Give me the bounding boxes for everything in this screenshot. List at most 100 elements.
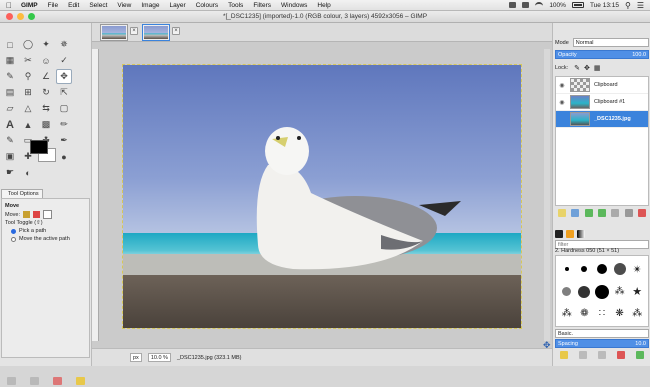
layer-mode-icon[interactable] (22, 211, 30, 218)
measure-icon[interactable]: ∠ (38, 69, 54, 84)
radio-icon[interactable] (11, 236, 16, 242)
color-select-icon[interactable]: ▦ (2, 53, 18, 68)
close-window-button[interactable] (6, 13, 13, 20)
search-icon[interactable]: ⚲ (625, 1, 631, 10)
menu-image[interactable]: Image (136, 0, 164, 11)
clone-icon[interactable]: ▣ (2, 149, 18, 164)
menu-file[interactable]: File (43, 0, 63, 11)
color-picker-icon[interactable]: ✎ (2, 69, 18, 84)
brush-preview[interactable]: ✴ (633, 263, 642, 276)
brush-preview[interactable] (594, 284, 609, 299)
delete-options-icon[interactable] (53, 377, 62, 385)
brush-tag-select[interactable]: Basic. (555, 329, 649, 338)
anchor-layer-icon[interactable] (624, 209, 633, 217)
restore-options-icon[interactable] (30, 377, 39, 385)
edit-brush-icon[interactable] (560, 351, 569, 359)
text-icon[interactable]: A (2, 117, 18, 132)
menu-tools[interactable]: Tools (223, 0, 248, 11)
delete-layer-icon[interactable] (638, 209, 647, 217)
ellipse-select-icon[interactable]: ◯ (20, 37, 36, 52)
menu-filters[interactable]: Filters (248, 0, 276, 11)
clock[interactable]: Tue 13:15 (590, 2, 619, 9)
mode-select[interactable]: Normal (572, 38, 649, 47)
vertical-ruler[interactable] (92, 49, 99, 341)
brush-preview[interactable] (562, 287, 572, 297)
image-canvas[interactable] (122, 64, 522, 329)
scissors-icon[interactable]: ✂ (20, 53, 36, 68)
foreground-color-swatch[interactable] (30, 140, 48, 154)
move-icon[interactable]: ✥ (56, 69, 72, 84)
menu-select[interactable]: Select (84, 0, 112, 11)
brush-preview[interactable] (613, 263, 626, 276)
spacing-slider[interactable]: Spacing 10.0 (555, 339, 649, 348)
free-select-icon[interactable]: ✦ (38, 37, 54, 52)
new-group-icon[interactable] (571, 209, 580, 217)
shear-icon[interactable]: ▱ (2, 101, 18, 116)
image-tab-1[interactable] (100, 24, 128, 41)
scale-icon[interactable]: ⇱ (56, 85, 72, 100)
menu-colours[interactable]: Colours (191, 0, 223, 11)
visibility-eye-icon[interactable]: ◉ (558, 99, 566, 106)
brush-preview[interactable]: ∷ (599, 308, 605, 319)
lower-layer-icon[interactable] (597, 209, 606, 217)
unit-select[interactable]: px (130, 353, 142, 362)
close-tab-icon[interactable]: × (172, 27, 180, 35)
brush-preview[interactable] (564, 267, 569, 272)
cloud-icon[interactable] (509, 2, 517, 8)
save-options-icon[interactable] (7, 377, 16, 385)
layer-row[interactable]: ◉ Clipboard #1 (556, 94, 648, 111)
delete-brush-icon[interactable] (616, 351, 625, 359)
rotate-icon[interactable]: ↻ (38, 85, 54, 100)
refresh-brushes-icon[interactable] (635, 351, 644, 359)
menu-view[interactable]: View (112, 0, 136, 11)
menu-edit[interactable]: Edit (63, 0, 84, 11)
brush-preview[interactable] (596, 264, 607, 275)
menu-layer[interactable]: Layer (164, 0, 190, 11)
bucket-fill-icon[interactable]: ▲ (20, 117, 36, 132)
selection-mode-icon[interactable] (32, 211, 40, 218)
radio-icon[interactable] (11, 228, 16, 234)
perspective-icon[interactable]: △ (20, 101, 36, 116)
brushes-tab-icon[interactable] (555, 230, 563, 238)
patterns-tab-icon[interactable] (566, 230, 574, 238)
visibility-eye-icon[interactable]: ◉ (558, 82, 566, 89)
brush-preview[interactable] (578, 285, 591, 298)
tab-tool-options[interactable]: Tool Options (1, 189, 43, 198)
foreground-select-icon[interactable]: ☺ (38, 53, 54, 68)
notifications-icon[interactable]: ☰ (637, 1, 644, 10)
brush-preview[interactable]: ❋ (615, 308, 623, 319)
duplicate-brush-icon[interactable] (597, 351, 606, 359)
new-layer-icon[interactable] (557, 209, 566, 217)
gradients-tab-icon[interactable] (577, 230, 585, 238)
rect-select-icon[interactable]: □ (2, 37, 18, 52)
duplicate-layer-icon[interactable] (611, 209, 620, 217)
paintbrush-icon[interactable]: ✎ (2, 133, 18, 148)
cage-icon[interactable]: ▢ (56, 101, 72, 116)
path-mode-icon[interactable] (42, 210, 52, 219)
menu-app[interactable]: GIMP (16, 0, 43, 11)
opacity-slider[interactable]: Opacity 100.0 (555, 50, 649, 59)
flip-icon[interactable]: ⇆ (38, 101, 54, 116)
brush-preview[interactable]: ❁ (580, 308, 588, 319)
new-brush-icon[interactable] (579, 351, 588, 359)
brush-preview[interactable]: ★ (632, 285, 642, 298)
fuzzy-select-icon[interactable]: ✵ (56, 37, 72, 52)
image-tab-2[interactable] (142, 24, 170, 41)
blend-icon[interactable]: ▩ (38, 117, 54, 132)
close-tab-icon[interactable]: × (130, 27, 138, 35)
option-move-active-path[interactable]: Move the active path (11, 235, 86, 243)
zoom-icon[interactable]: ⚲ (20, 69, 36, 84)
raise-layer-icon[interactable] (584, 209, 593, 217)
paths-icon[interactable]: ✓ (56, 53, 72, 68)
pencil-icon[interactable]: ✏ (56, 117, 72, 132)
menu-help[interactable]: Help (312, 0, 335, 11)
battery-icon[interactable] (571, 2, 584, 8)
apple-icon[interactable]:  (6, 0, 16, 11)
crop-icon[interactable]: ⊞ (20, 85, 36, 100)
lock-position-icon[interactable]: ✥ (584, 64, 590, 72)
brush-preview[interactable] (581, 266, 588, 273)
canvas-area[interactable] (92, 42, 552, 348)
reset-options-icon[interactable] (76, 377, 85, 385)
layer-row[interactable]: ◉ Clipboard (556, 77, 648, 94)
wifi-icon[interactable] (535, 2, 544, 8)
